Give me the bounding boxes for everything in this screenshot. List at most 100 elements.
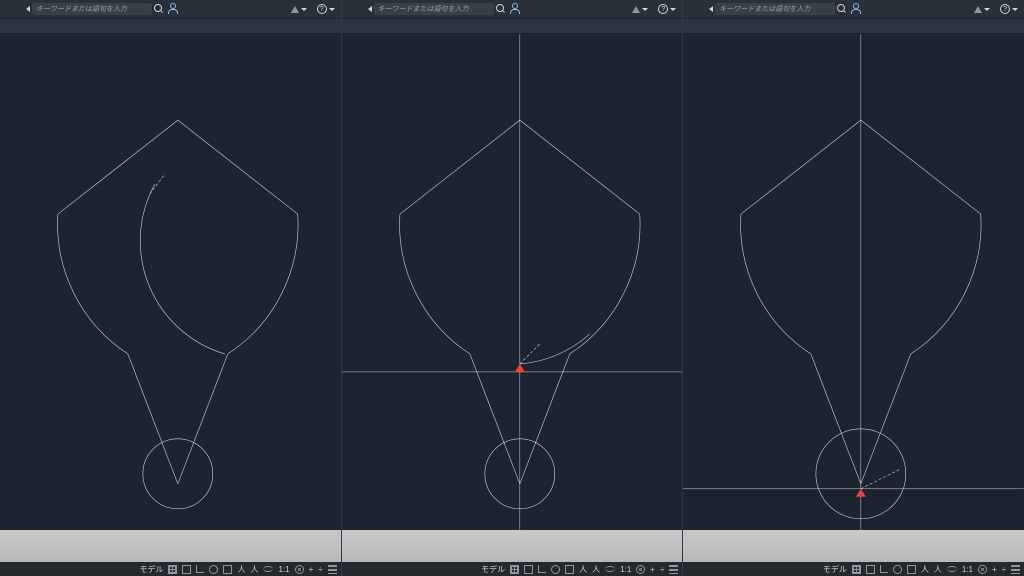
chevron-down-icon bbox=[329, 8, 335, 11]
person-toggle[interactable]: 人 bbox=[237, 564, 245, 575]
share-icon bbox=[632, 6, 640, 13]
construction-arc bbox=[520, 334, 590, 364]
scale-readout[interactable]: 1:1 bbox=[278, 565, 289, 574]
person-toggle[interactable]: 人 bbox=[921, 564, 929, 575]
help-button[interactable]: ? bbox=[1000, 4, 1018, 14]
share-button[interactable] bbox=[632, 6, 648, 13]
ortho-toggle[interactable] bbox=[196, 565, 204, 573]
search-back-icon[interactable] bbox=[368, 6, 372, 12]
gear-button[interactable] bbox=[978, 565, 987, 574]
status-bar: モデル 人 人 1:1 + ÷ bbox=[683, 562, 1024, 576]
panel-1: ? モデル 人 bbox=[0, 0, 341, 576]
user-icon[interactable] bbox=[509, 3, 521, 15]
eye-icon bbox=[605, 566, 615, 572]
plus-button[interactable]: + bbox=[992, 565, 997, 574]
command-band[interactable] bbox=[683, 530, 1024, 562]
search-back-icon[interactable] bbox=[26, 6, 30, 12]
search-group bbox=[26, 3, 179, 15]
help-button[interactable]: ? bbox=[317, 4, 335, 14]
edge-bottom-left bbox=[811, 354, 861, 484]
plus-button[interactable]: + bbox=[650, 565, 655, 574]
osnap-icon bbox=[565, 565, 574, 574]
arc-right bbox=[228, 214, 298, 354]
drawing-canvas[interactable] bbox=[342, 34, 683, 530]
polar-toggle[interactable] bbox=[209, 565, 218, 574]
model-tab[interactable]: モデル bbox=[139, 564, 163, 575]
grid-icon bbox=[852, 565, 861, 574]
model-tab[interactable]: モデル bbox=[481, 564, 505, 575]
divide-button[interactable]: ÷ bbox=[1002, 565, 1006, 574]
edit-handle[interactable] bbox=[150, 174, 165, 194]
arc-left bbox=[399, 214, 469, 354]
osnap-toggle[interactable] bbox=[565, 565, 574, 574]
snap-icon bbox=[866, 565, 875, 574]
divide-button[interactable]: ÷ bbox=[660, 565, 664, 574]
snap-toggle[interactable] bbox=[866, 565, 875, 574]
eye-icon bbox=[263, 566, 273, 572]
arc-left bbox=[741, 214, 811, 354]
help-icon: ? bbox=[317, 4, 327, 14]
gear-button[interactable] bbox=[295, 565, 304, 574]
search-back-icon[interactable] bbox=[709, 6, 713, 12]
model-tab[interactable]: モデル bbox=[823, 564, 847, 575]
snap-toggle[interactable] bbox=[182, 565, 191, 574]
gear-icon bbox=[978, 565, 987, 574]
status-bar: モデル 人 人 1:1 + ÷ bbox=[342, 562, 683, 576]
drawing-canvas[interactable] bbox=[683, 34, 1024, 530]
search-group bbox=[709, 3, 862, 15]
osnap-toggle[interactable] bbox=[223, 565, 232, 574]
chevron-down-icon bbox=[301, 8, 307, 11]
gear-button[interactable] bbox=[636, 565, 645, 574]
grid-toggle[interactable] bbox=[852, 565, 861, 574]
polar-toggle[interactable] bbox=[893, 565, 902, 574]
divide-button[interactable]: ÷ bbox=[318, 565, 322, 574]
search-input[interactable] bbox=[715, 3, 835, 15]
angle-icon bbox=[196, 565, 204, 573]
person-toggle[interactable]: 人 bbox=[579, 564, 587, 575]
drawing-canvas[interactable] bbox=[0, 34, 341, 530]
scale-readout[interactable]: 1:1 bbox=[620, 565, 631, 574]
user-icon[interactable] bbox=[850, 3, 862, 15]
eye-toggle[interactable] bbox=[605, 566, 615, 572]
eye-toggle[interactable] bbox=[263, 566, 273, 572]
ortho-toggle[interactable] bbox=[880, 565, 888, 573]
share-button[interactable] bbox=[974, 6, 990, 13]
osnap-toggle[interactable] bbox=[907, 565, 916, 574]
bars-button[interactable] bbox=[328, 565, 337, 574]
search-input[interactable] bbox=[32, 3, 152, 15]
radius-handle[interactable] bbox=[861, 469, 901, 489]
panel-2: ? モデル bbox=[341, 0, 683, 576]
help-icon: ? bbox=[658, 4, 668, 14]
grid-toggle[interactable] bbox=[168, 565, 177, 574]
help-button[interactable]: ? bbox=[658, 4, 676, 14]
search-icon[interactable] bbox=[837, 4, 847, 14]
share-icon bbox=[974, 6, 982, 13]
person2-toggle[interactable]: 人 bbox=[592, 564, 600, 575]
bars-button[interactable] bbox=[1011, 565, 1020, 574]
snap-icon bbox=[524, 565, 533, 574]
user-icon[interactable] bbox=[167, 3, 179, 15]
bars-icon bbox=[328, 565, 337, 574]
gear-icon bbox=[295, 565, 304, 574]
scale-readout[interactable]: 1:1 bbox=[962, 565, 973, 574]
person2-toggle[interactable]: 人 bbox=[250, 564, 258, 575]
command-band[interactable] bbox=[0, 530, 341, 562]
snap-toggle[interactable] bbox=[524, 565, 533, 574]
cursor-marker bbox=[856, 489, 866, 497]
snap-icon bbox=[182, 565, 191, 574]
search-icon[interactable] bbox=[496, 4, 506, 14]
search-input[interactable] bbox=[374, 3, 494, 15]
share-button[interactable] bbox=[291, 6, 307, 13]
edit-handle[interactable] bbox=[520, 344, 540, 364]
eye-toggle[interactable] bbox=[947, 566, 957, 572]
person2-toggle[interactable]: 人 bbox=[934, 564, 942, 575]
ortho-toggle[interactable] bbox=[538, 565, 546, 573]
angle-icon bbox=[538, 565, 546, 573]
toolbar-strip bbox=[683, 18, 1024, 34]
polar-toggle[interactable] bbox=[551, 565, 560, 574]
grid-toggle[interactable] bbox=[510, 565, 519, 574]
plus-button[interactable]: + bbox=[309, 565, 314, 574]
search-icon[interactable] bbox=[154, 4, 164, 14]
bars-button[interactable] bbox=[669, 565, 678, 574]
command-band[interactable] bbox=[342, 530, 683, 562]
